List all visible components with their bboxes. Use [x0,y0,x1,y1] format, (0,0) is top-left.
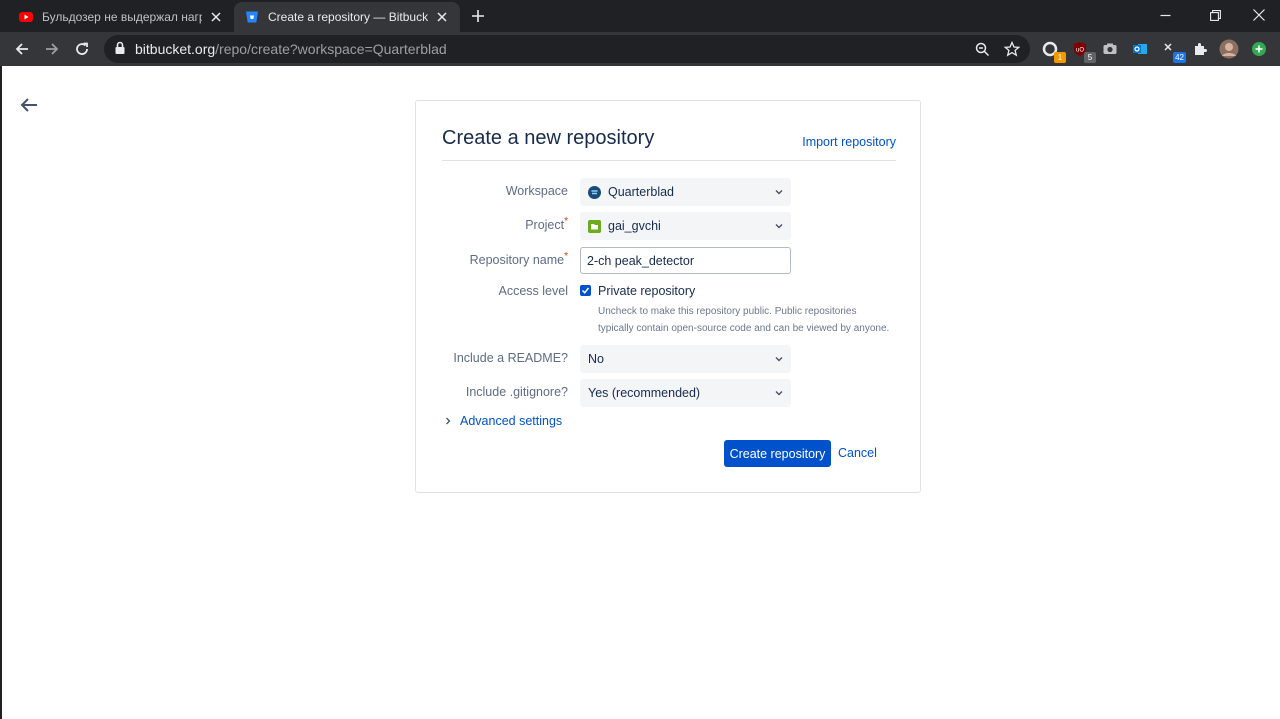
import-repository-link[interactable]: Import repository [802,135,896,149]
project-icon [588,219,601,233]
window-left-edge [0,66,2,719]
browser-tab-bitbucket[interactable]: Create a repository — Bitbucket [234,2,460,32]
chevron-down-icon [774,186,784,200]
outlook-icon[interactable] [1130,39,1150,59]
restore-window-icon[interactable] [1192,0,1238,30]
profile-avatar[interactable] [1219,39,1239,59]
minimize-window-icon[interactable] [1142,0,1188,30]
sync-status-icon[interactable] [1249,39,1269,59]
project-label: Project* [525,216,568,232]
required-mark: * [564,251,568,262]
help-line: typically contain open-source code and c… [598,323,890,334]
private-repository-checkbox[interactable] [580,285,591,296]
back-icon[interactable] [10,37,34,61]
workspace-select[interactable]: Quarterblad [580,178,791,206]
zoom-icon[interactable] [972,39,992,59]
browser-tab-bar: Бульдозер не выдержал нагрузку Create a … [0,0,1280,32]
gitignore-select[interactable]: Yes (recommended) [580,379,791,407]
page-title: Create a new repository [442,127,655,149]
lock-icon [114,41,126,60]
tab-title: Бульдозер не выдержал нагрузку [42,10,202,24]
workspace-label: Workspace [505,184,568,198]
cancel-button[interactable]: Cancel [838,446,877,460]
address-bar[interactable]: bitbucket.org/repo/create?workspace=Quar… [104,35,1030,63]
repository-name-input[interactable] [580,247,791,274]
readme-label: Include a README? [453,351,568,365]
youtube-icon [18,9,34,25]
project-select[interactable]: gai_gvchi [580,212,791,240]
help-line: Uncheck to make this repository public. … [598,306,857,317]
chevron-down-icon [774,387,784,401]
create-repository-button[interactable]: Create repository [724,440,831,467]
close-tab-icon[interactable] [208,9,224,25]
extension-icon-1[interactable]: 1 [1040,39,1066,63]
page-content: Create a new repository Import repositor… [0,66,1280,719]
access-level-label: Access level [498,284,568,298]
repository-name-label: Repository name* [469,251,568,267]
close-tab-icon[interactable] [434,9,450,25]
new-tab-icon[interactable] [468,6,488,26]
reload-icon[interactable] [70,37,94,61]
gitignore-value: Yes (recommended) [588,386,701,400]
advanced-settings-label: Advanced settings [460,414,563,428]
required-mark: * [564,216,568,227]
url-text: bitbucket.org/repo/create?workspace=Quar… [135,41,447,57]
checkmark-icon [581,287,590,294]
extension-icon-42[interactable]: 42 [1160,39,1186,63]
project-value: gai_gvchi [608,219,661,233]
create-repo-card: Create a new repository Import repositor… [415,100,921,493]
url-path: /repo/create?workspace=Quarterblad [215,41,447,57]
ublock-icon[interactable]: uO 5 [1070,39,1096,63]
camera-icon[interactable] [1100,39,1120,59]
browser-toolbar: bitbucket.org/repo/create?workspace=Quar… [0,32,1280,66]
access-level-help: Uncheck to make this repository public. … [598,303,898,337]
extension-badge: 42 [1173,52,1186,63]
extension-badge: 1 [1054,52,1066,63]
readme-select[interactable]: No [580,345,791,373]
url-host: bitbucket.org [135,41,216,57]
back-arrow-icon[interactable] [17,93,41,117]
workspace-value: Quarterblad [608,185,675,199]
chevron-down-icon [774,220,784,234]
tab-title: Create a repository — Bitbucket [268,10,428,24]
chevron-down-icon [774,353,784,367]
bitbucket-icon [244,9,260,25]
bookmark-star-icon[interactable] [1002,39,1022,59]
extension-badge: 5 [1084,52,1096,63]
forward-icon[interactable] [40,37,64,61]
readme-value: No [588,352,604,366]
private-repository-label[interactable]: Private repository [598,284,695,298]
chevron-right-icon [444,412,452,430]
gitignore-label: Include .gitignore? [465,385,568,399]
workspace-avatar-icon [588,185,601,199]
extensions-puzzle-icon[interactable] [1190,39,1210,59]
advanced-settings-toggle[interactable]: Advanced settings [444,412,562,430]
card-header: Create a new repository Import repositor… [442,127,896,161]
close-window-icon[interactable] [1236,0,1280,30]
browser-tab-youtube[interactable]: Бульдозер не выдержал нагрузку [8,2,234,32]
